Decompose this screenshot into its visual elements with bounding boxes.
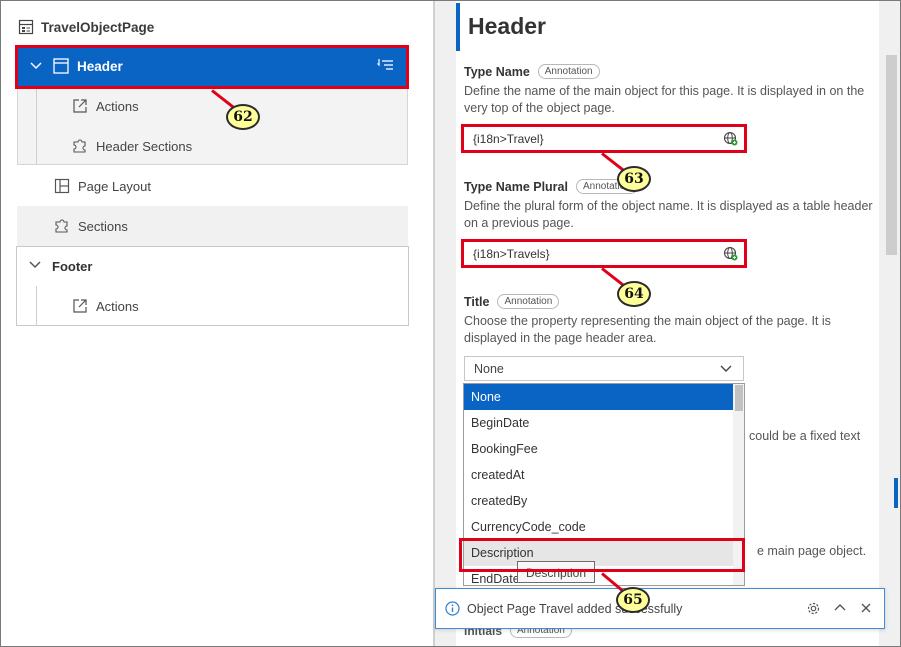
tree-item-page-layout[interactable]: Page Layout — [54, 178, 151, 194]
tree-item-footer-actions[interactable]: Actions — [72, 298, 139, 314]
highlight-box-type-name — [461, 124, 747, 153]
page-title: Header — [468, 13, 546, 39]
tree-item-label: Actions — [96, 98, 139, 114]
property-label: Type Name Plural — [464, 179, 568, 194]
callout-65: 65 — [616, 587, 650, 613]
annotation-badge: Annotation — [537, 64, 600, 79]
chevron-down-icon[interactable] — [719, 362, 733, 379]
dropdown-option[interactable]: BookingFee — [464, 436, 734, 462]
highlight-box-description-option — [459, 538, 745, 572]
tree-item-label: Sections — [78, 218, 128, 234]
tree-root-label: TravelObjectPage — [41, 19, 155, 35]
property-label: Type Name — [464, 64, 530, 79]
dropdown-option[interactable]: None — [464, 384, 734, 410]
chevron-down-icon[interactable] — [28, 258, 44, 274]
highlight-box-header — [15, 45, 409, 89]
notification-message: Object Page Travel added successfully — [467, 602, 683, 616]
gear-icon[interactable] — [806, 601, 821, 619]
partial-description-text: could be a fixed text — [749, 429, 861, 443]
layout-icon — [54, 178, 70, 194]
partial-description-text: e main page object. — [757, 544, 867, 558]
external-link-icon — [72, 298, 88, 314]
panel-scrollbar-thumb[interactable] — [886, 55, 897, 255]
dropdown-option[interactable]: createdAt — [464, 462, 734, 488]
tree-root[interactable]: TravelObjectPage — [18, 17, 154, 37]
callout-62: 62 — [226, 104, 260, 130]
tree-item-label: Header Sections — [96, 138, 193, 154]
tree-item-header-actions[interactable]: Actions — [72, 98, 139, 114]
chevron-up-icon[interactable] — [833, 601, 847, 618]
property-label: Title — [464, 294, 490, 309]
highlight-box-type-name-plural — [461, 239, 747, 268]
dropdown-option[interactable]: BeginDate — [464, 410, 734, 436]
callout-64: 64 — [617, 281, 651, 307]
select-value: None — [474, 362, 504, 376]
tree-guide-line — [36, 286, 37, 326]
type-name-plural-label: Type Name Plural Annotation — [464, 179, 638, 194]
scrollbar-thumb[interactable] — [735, 385, 743, 411]
puzzle-icon — [72, 138, 88, 154]
tree-item-sections[interactable]: Sections — [54, 218, 128, 234]
tree-item-label: Footer — [52, 258, 93, 274]
tree-item-label: Actions — [96, 298, 139, 314]
callout-63: 63 — [617, 166, 651, 192]
dropdown-option[interactable]: CurrencyCode_code — [464, 514, 734, 540]
tree-item-footer[interactable]: Footer — [28, 258, 92, 274]
title-select[interactable]: None — [464, 356, 744, 381]
page-icon — [18, 19, 34, 35]
tree-item-header-sections[interactable]: Header Sections — [72, 138, 192, 154]
title-accent-bar — [456, 3, 460, 51]
type-name-description: Define the name of the main object for t… — [464, 84, 865, 115]
tree-item-label: Page Layout — [78, 178, 152, 194]
puzzle-icon — [54, 218, 70, 234]
close-icon[interactable] — [859, 601, 873, 618]
tree-guide-line — [36, 87, 37, 165]
type-name-plural-description: Define the plural form of the object nam… — [464, 199, 873, 230]
notification-toast: Object Page Travel added successfully — [435, 588, 885, 629]
info-icon — [445, 601, 460, 619]
panel-edge-indicator — [894, 478, 898, 508]
annotation-badge: Annotation — [497, 294, 560, 309]
dropdown-option[interactable]: createdBy — [464, 488, 734, 514]
title-label: Title Annotation — [464, 294, 560, 309]
type-name-label: Type Name Annotation — [464, 64, 600, 79]
title-description: Choose the property representing the mai… — [464, 314, 831, 345]
external-link-icon — [72, 98, 88, 114]
